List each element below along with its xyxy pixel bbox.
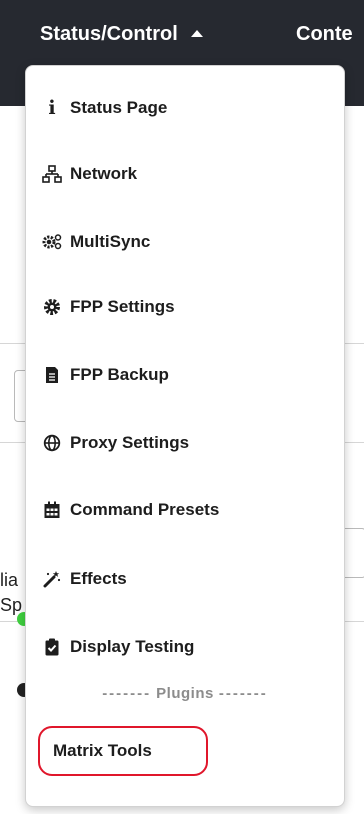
page: lia Sp Status/Control Conte i Status Pag… [0,0,364,814]
menu-item-label: Command Presets [70,500,220,519]
magic-wand-icon [42,569,62,589]
clipboard-check-icon [42,637,62,657]
menu-item-label: Display Testing [70,637,195,656]
menu-item-display-testing[interactable]: Display Testing [42,627,194,667]
menu-item-effects[interactable]: Effects [42,559,127,599]
menu-item-command-presets[interactable]: Command Presets [42,490,219,530]
separator-dashes: ------- [102,684,152,702]
network-icon [42,164,62,184]
menu-item-label: Status Page [70,98,168,117]
menu-item-label: Matrix Tools [53,741,152,760]
menu-item-status-page[interactable]: i Status Page [42,88,167,128]
calendar-icon [42,500,62,520]
background-label: lia [0,570,19,590]
gear-icon [42,297,62,317]
menu-item-label: MultiSync [70,232,151,251]
menu-item-fpp-settings[interactable]: FPP Settings [42,287,175,327]
nav-content[interactable]: Conte [296,17,353,51]
menu-item-label: FPP Backup [70,365,169,384]
menu-item-label: Proxy Settings [70,433,190,452]
plugins-header-label: Plugins [156,684,214,702]
plugins-section-header: ------- Plugins ------- [26,680,344,706]
menu-item-multisync[interactable]: MultiSync [42,222,150,262]
menu-item-label: Network [70,164,138,183]
menu-item-proxy-settings[interactable]: Proxy Settings [42,423,189,463]
caret-up-icon [190,29,203,37]
menu-item-network[interactable]: Network [42,154,137,194]
nav-status-control-label: Status/Control [40,22,178,45]
nav-status-control[interactable]: Status/Control [40,17,203,51]
status-control-dropdown: i Status Page Network MultiSync FPP Sett… [25,65,345,807]
separator-dashes: ------- [218,684,268,702]
nav-content-label: Conte [296,22,353,45]
menu-item-matrix-tools[interactable]: Matrix Tools [38,726,208,776]
globe-icon [42,433,62,453]
cogs-icon [42,232,62,252]
menu-item-fpp-backup[interactable]: FPP Backup [42,355,169,395]
menu-item-label: Effects [70,569,127,588]
menu-item-label: FPP Settings [70,297,175,316]
info-icon: i [48,96,56,119]
file-icon [42,365,62,385]
